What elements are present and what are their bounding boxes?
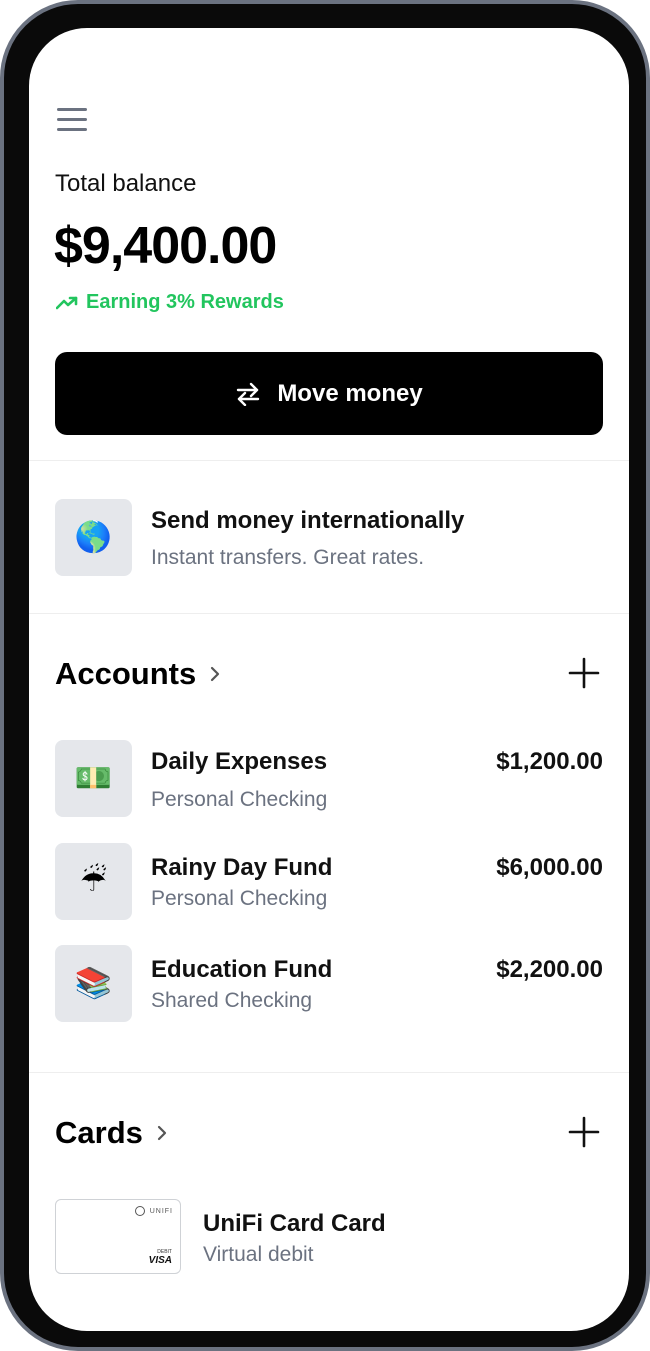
total-balance-label: Total balance bbox=[55, 170, 197, 197]
move-money-label: Move money bbox=[277, 379, 423, 407]
money-emoji-icon: 💵 bbox=[55, 740, 132, 817]
hamburger-menu-icon[interactable] bbox=[57, 104, 89, 132]
cards-section-link[interactable]: Cards bbox=[55, 1115, 167, 1151]
card-name: UniFi Card Card bbox=[203, 1210, 386, 1237]
add-card-plus-icon[interactable] bbox=[567, 1115, 601, 1149]
globe-icon: 🌎 bbox=[55, 499, 132, 576]
move-money-button[interactable]: Move money bbox=[55, 352, 603, 435]
cards-title: Cards bbox=[55, 1115, 143, 1150]
account-balance: $2,200.00 bbox=[496, 956, 603, 983]
chevron-right-icon bbox=[211, 666, 220, 682]
divider bbox=[29, 613, 629, 614]
account-type: Shared Checking bbox=[151, 989, 313, 1012]
total-balance-amount: $9,400.00 bbox=[54, 217, 277, 275]
arrows-swap-icon bbox=[237, 382, 260, 406]
card-brand-logo: UNIFI bbox=[134, 1206, 173, 1216]
promo-title: Send money internationally bbox=[151, 507, 465, 534]
phone-frame: Total balance $9,400.00 Earning 3% Rewar… bbox=[0, 0, 650, 1351]
card-brand-text: UNIFI bbox=[149, 1207, 173, 1215]
chevron-right-icon bbox=[157, 1125, 166, 1141]
account-name: Rainy Day Fund bbox=[151, 854, 333, 881]
add-account-plus-icon[interactable] bbox=[567, 656, 601, 690]
rewards-text: Earning 3% Rewards bbox=[86, 291, 284, 313]
accounts-section-link[interactable]: Accounts bbox=[55, 656, 220, 692]
books-emoji-icon: 📚 bbox=[55, 945, 132, 1022]
divider bbox=[29, 1072, 629, 1073]
unifi-logo-icon bbox=[134, 1206, 145, 1216]
account-name: Daily Expenses bbox=[151, 748, 328, 775]
account-type: Personal Checking bbox=[151, 887, 328, 910]
trending-up-icon bbox=[56, 296, 78, 309]
umbrella-emoji-icon: ☔ bbox=[55, 843, 132, 920]
card-type: Virtual debit bbox=[203, 1243, 314, 1266]
account-balance: $6,000.00 bbox=[496, 854, 603, 881]
app-screen: Total balance $9,400.00 Earning 3% Rewar… bbox=[29, 28, 629, 1331]
account-name: Education Fund bbox=[151, 956, 333, 983]
promo-subtitle: Instant transfers. Great rates. bbox=[151, 546, 425, 569]
card-thumbnail: UNIFI DEBIT VISA bbox=[55, 1199, 181, 1274]
rewards-indicator: Earning 3% Rewards bbox=[56, 291, 284, 314]
account-balance: $1,200.00 bbox=[496, 748, 603, 775]
account-type: Personal Checking bbox=[151, 788, 328, 811]
visa-logo: VISA bbox=[148, 1255, 172, 1266]
accounts-title: Accounts bbox=[55, 656, 197, 691]
divider bbox=[29, 460, 629, 461]
